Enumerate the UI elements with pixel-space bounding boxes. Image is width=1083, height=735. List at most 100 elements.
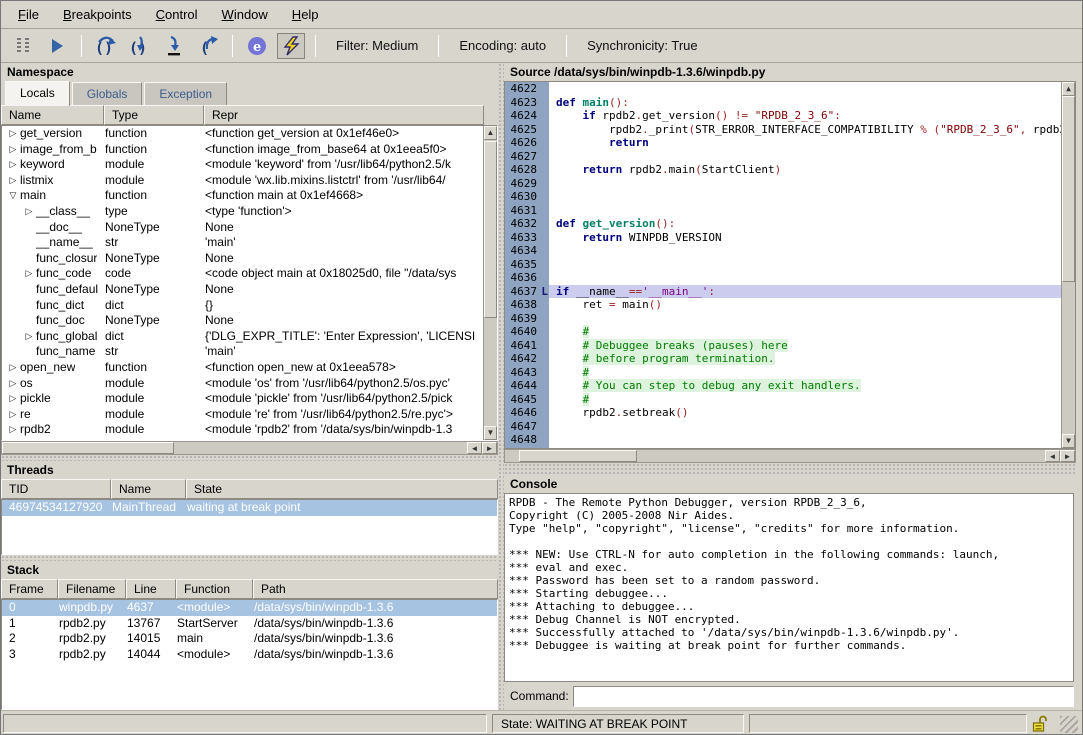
source-line[interactable]: 4634: [505, 244, 1061, 258]
source-horizontal-scrollbar[interactable]: ◄ ►: [504, 449, 1076, 463]
source-line[interactable]: 4630: [505, 190, 1061, 204]
expander-icon[interactable]: ▷: [6, 173, 20, 189]
table-row[interactable]: ▷__class__type<type 'function'>: [2, 204, 483, 220]
go-button[interactable]: [43, 33, 71, 59]
expander-icon[interactable]: ▷: [6, 376, 20, 392]
table-row[interactable]: 46974534127920MainThreadwaiting at break…: [2, 500, 497, 516]
source-line[interactable]: 4636: [505, 271, 1061, 285]
scroll-right-arrow[interactable]: ►: [482, 442, 497, 454]
table-row[interactable]: ▷listmixmodule<module 'wx.lib.mixins.lis…: [2, 173, 483, 189]
console-output[interactable]: RPDB - The Remote Python Debugger, versi…: [504, 493, 1074, 682]
column-header-filename[interactable]: Filename: [58, 579, 126, 599]
table-row[interactable]: ▷open_newfunction<function open_new at 0…: [2, 360, 483, 376]
source-line[interactable]: 4645 #: [505, 393, 1061, 407]
namespace-tree[interactable]: ▷get_versionfunction<function get_versio…: [1, 125, 498, 441]
source-line[interactable]: 4638 ret = main(): [505, 298, 1061, 312]
goto-button[interactable]: [160, 33, 188, 59]
table-row[interactable]: func_defaulNoneTypeNone: [2, 282, 483, 298]
table-row[interactable]: ▽mainfunction<function main at 0x1ef4668…: [2, 188, 483, 204]
resize-grip[interactable]: [1060, 716, 1078, 733]
column-header-frame[interactable]: Frame: [1, 579, 58, 599]
table-row[interactable]: func_closurNoneTypeNone: [2, 251, 483, 267]
table-row[interactable]: ▷image_from_bfunction<function image_fro…: [2, 142, 483, 158]
menu-item-help[interactable]: Help: [281, 3, 330, 26]
source-line[interactable]: 4625 rpdb2._print(STR_ERROR_INTERFACE_CO…: [505, 123, 1061, 137]
expander-icon[interactable]: ▷: [6, 422, 20, 438]
menu-item-file[interactable]: File: [7, 3, 50, 26]
column-header-name[interactable]: Name: [111, 479, 186, 499]
expander-icon[interactable]: ▷: [22, 329, 36, 345]
return-button[interactable]: (: [194, 33, 222, 59]
table-row[interactable]: __name__str'main': [2, 235, 483, 251]
table-row[interactable]: 0winpdb.py4637<module>/data/sys/bin/winp…: [2, 600, 497, 616]
source-line[interactable]: 4642 # before program termination.: [505, 352, 1061, 366]
scroll-left-arrow[interactable]: ◄: [467, 442, 482, 454]
source-line[interactable]: 4624 if rpdb2.get_version() != "RPDB_2_3…: [505, 109, 1061, 123]
expander-icon[interactable]: ▷: [22, 266, 36, 282]
source-line[interactable]: 4647: [505, 420, 1061, 434]
namespace-vertical-scrollbar[interactable]: ▲ ▼: [483, 126, 497, 440]
synchronicity-button[interactable]: [277, 33, 305, 59]
namespace-horizontal-scrollbar[interactable]: ◄ ►: [1, 441, 498, 455]
table-row[interactable]: ▷osmodule<module 'os' from '/usr/lib64/p…: [2, 376, 483, 392]
tab-locals[interactable]: Locals: [5, 81, 70, 106]
expander-icon[interactable]: ▷: [6, 391, 20, 407]
table-row[interactable]: func_namestr'main': [2, 344, 483, 360]
table-row[interactable]: 1rpdb2.py13767StartServer/data/sys/bin/w…: [2, 616, 497, 632]
expander-icon[interactable]: ▷: [6, 157, 20, 173]
source-line[interactable]: 4626 return: [505, 136, 1061, 150]
scroll-right-arrow[interactable]: ►: [1060, 450, 1075, 462]
expander-icon[interactable]: ▷: [6, 142, 20, 158]
menu-item-control[interactable]: Control: [145, 3, 209, 26]
column-header-state[interactable]: State: [186, 479, 498, 499]
column-header-line[interactable]: Line: [126, 579, 176, 599]
source-line[interactable]: 4648: [505, 433, 1061, 447]
scroll-up-arrow[interactable]: ▲: [1062, 82, 1075, 96]
source-code-view[interactable]: 46224623def main():4624 if rpdb2.get_ver…: [504, 81, 1076, 449]
source-line[interactable]: 4637Lif __name__=='__main__':: [505, 285, 1061, 299]
expander-icon[interactable]: ▷: [6, 126, 20, 142]
table-row[interactable]: 3rpdb2.py14044<module>/data/sys/bin/winp…: [2, 647, 497, 663]
source-line[interactable]: 4640 #: [505, 325, 1061, 339]
scroll-left-arrow[interactable]: ◄: [1045, 450, 1060, 462]
source-line[interactable]: 4641 # Debuggee breaks (pauses) here: [505, 339, 1061, 353]
column-header-type[interactable]: Type: [104, 105, 204, 125]
source-line[interactable]: 4627: [505, 150, 1061, 164]
threads-list[interactable]: 46974534127920MainThreadwaiting at break…: [1, 499, 498, 555]
table-row[interactable]: __doc__NoneTypeNone: [2, 220, 483, 236]
tab-globals[interactable]: Globals: [72, 82, 143, 105]
splitter[interactable]: [504, 463, 1076, 475]
source-line[interactable]: 4644 # You can step to debug any exit ha…: [505, 379, 1061, 393]
source-vertical-scrollbar[interactable]: ▲ ▼: [1061, 82, 1075, 448]
column-header-repr[interactable]: Repr: [204, 105, 484, 125]
column-header-name[interactable]: Name: [1, 105, 104, 125]
scroll-thumb[interactable]: [519, 450, 637, 462]
scroll-down-arrow[interactable]: ▼: [1062, 434, 1075, 448]
expander-icon[interactable]: ▷: [6, 407, 20, 423]
source-line[interactable]: 4628 return rpdb2.main(StartClient): [505, 163, 1061, 177]
table-row[interactable]: ▷remodule<module 're' from '/usr/lib64/p…: [2, 407, 483, 423]
source-line[interactable]: 4643 #: [505, 366, 1061, 380]
step-into-button[interactable]: (): [126, 33, 154, 59]
command-input[interactable]: [573, 686, 1074, 707]
source-line[interactable]: 4622: [505, 82, 1061, 96]
next-button[interactable]: (): [92, 33, 120, 59]
break-button[interactable]: [9, 33, 37, 59]
table-row[interactable]: 2rpdb2.py14015main/data/sys/bin/winpdb-1…: [2, 631, 497, 647]
table-row[interactable]: func_dictdict{}: [2, 298, 483, 314]
source-line[interactable]: 4633 return WINPDB_VERSION: [505, 231, 1061, 245]
encoding-button[interactable]: e: [243, 33, 271, 59]
expander-icon[interactable]: ▷: [6, 360, 20, 376]
menu-item-breakpoints[interactable]: Breakpoints: [52, 3, 143, 26]
expander-icon[interactable]: ▷: [22, 204, 36, 220]
table-row[interactable]: ▷func_globaldict{'DLG_EXPR_TITLE': 'Ente…: [2, 329, 483, 345]
table-row[interactable]: ▷func_codecode<code object main at 0x180…: [2, 266, 483, 282]
menu-item-window[interactable]: Window: [211, 3, 279, 26]
source-line[interactable]: 4639: [505, 312, 1061, 326]
scroll-up-arrow[interactable]: ▲: [484, 126, 497, 140]
tab-exception[interactable]: Exception: [144, 82, 227, 105]
column-header-function[interactable]: Function: [176, 579, 253, 599]
column-header-tid[interactable]: TID: [1, 479, 111, 499]
source-line[interactable]: 4631: [505, 204, 1061, 218]
table-row[interactable]: ▷rpdb2module<module 'rpdb2' from '/data/…: [2, 422, 483, 438]
